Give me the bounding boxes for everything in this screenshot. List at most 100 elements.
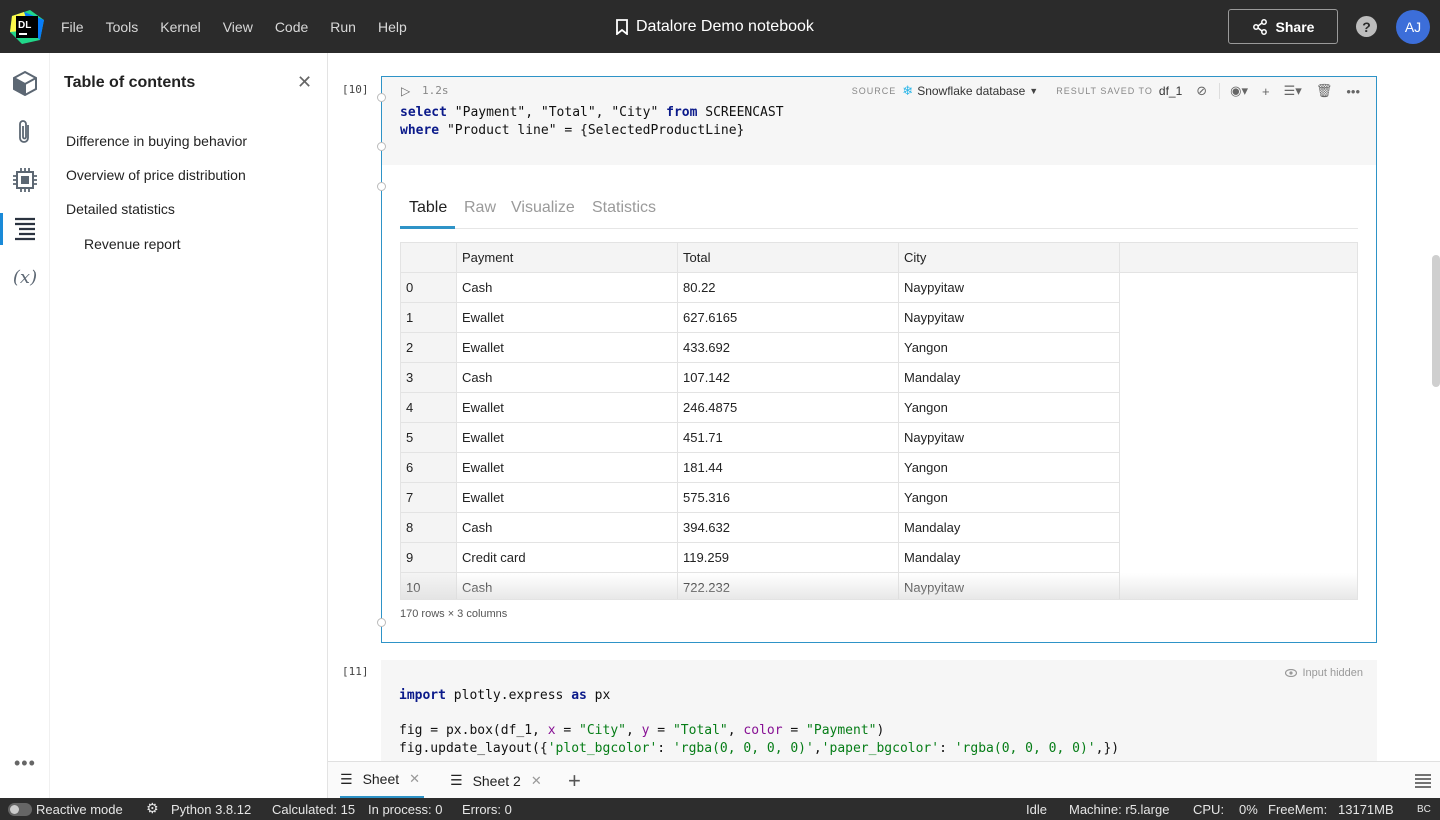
menu-view[interactable]: View <box>212 19 264 35</box>
sql-cell[interactable]: ▷ 1.2s SOURCE ❄ Snowflake database ▼ RES… <box>377 76 1377 643</box>
table-cell[interactable]: Cash <box>457 363 678 393</box>
column-header-total[interactable]: Total <box>678 243 899 273</box>
tab-raw[interactable]: Raw <box>464 199 496 217</box>
notebook-title[interactable]: Datalore Demo notebook <box>616 16 814 38</box>
compass-icon[interactable]: ⊘ <box>1196 83 1207 99</box>
avatar[interactable]: AJ <box>1396 10 1430 44</box>
table-of-contents-icon[interactable] <box>11 215 39 243</box>
table-cell[interactable]: Credit card <box>457 543 678 573</box>
cpu-chip-icon[interactable] <box>11 166 39 194</box>
menu-kernel[interactable]: Kernel <box>149 19 211 35</box>
menu-run[interactable]: Run <box>319 19 367 35</box>
tab-sheet-1[interactable]: ☰ Sheet ✕ <box>340 762 425 799</box>
sheet-tab-label: Sheet 2 <box>472 772 521 789</box>
source-select[interactable]: Snowflake database <box>917 84 1025 98</box>
table-cell[interactable]: Cash <box>457 273 678 303</box>
table-cell[interactable]: 246.4875 <box>678 393 899 423</box>
sheets-menu-icon[interactable] <box>1414 773 1432 794</box>
table-cell[interactable]: Yangon <box>899 393 1120 423</box>
share-button[interactable]: Share <box>1228 9 1338 44</box>
menu-help[interactable]: Help <box>367 19 418 35</box>
table-cell[interactable]: Yangon <box>899 333 1120 363</box>
toc-item-price-distribution[interactable]: Overview of price distribution <box>66 167 246 183</box>
add-sheet-icon[interactable]: + <box>568 768 581 794</box>
gutter-handle[interactable] <box>377 618 386 627</box>
result-variable[interactable]: df_1 <box>1159 84 1182 98</box>
tab-visualize[interactable]: Visualize <box>511 199 575 217</box>
more-options-icon[interactable]: ••• <box>1346 84 1360 99</box>
table-cell[interactable]: 433.692 <box>678 333 899 363</box>
table-cell[interactable]: Naypyitaw <box>899 303 1120 333</box>
input-hidden-indicator[interactable]: Input hidden <box>1285 667 1363 679</box>
tab-sheet-2[interactable]: ☰ Sheet 2 ✕ <box>450 762 542 799</box>
python-version[interactable]: Python 3.8.12 <box>171 802 251 817</box>
variables-icon[interactable]: (x) <box>11 263 39 291</box>
row-index[interactable]: 6 <box>401 453 457 483</box>
datalore-logo[interactable]: DL <box>10 10 44 44</box>
tab-statistics[interactable]: Statistics <box>592 199 656 217</box>
table-cell[interactable]: Mandalay <box>899 363 1120 393</box>
machine-type[interactable]: Machine: r5.large <box>1069 802 1169 817</box>
table-cell[interactable]: Mandalay <box>899 513 1120 543</box>
table-cell[interactable]: 575.316 <box>678 483 899 513</box>
reactive-mode-toggle[interactable] <box>8 803 32 816</box>
row-index[interactable]: 8 <box>401 513 457 543</box>
vertical-scrollbar[interactable] <box>1432 255 1440 387</box>
menu-file[interactable]: File <box>50 19 95 35</box>
table-cell[interactable]: Ewallet <box>457 303 678 333</box>
trash-icon[interactable]: 🗑 <box>1316 83 1333 99</box>
row-index[interactable]: 1 <box>401 303 457 333</box>
table-cell[interactable]: 80.22 <box>678 273 899 303</box>
table-cell[interactable]: Ewallet <box>457 393 678 423</box>
row-index[interactable]: 5 <box>401 423 457 453</box>
row-index[interactable]: 4 <box>401 393 457 423</box>
table-cell[interactable]: Mandalay <box>899 543 1120 573</box>
menu-code[interactable]: Code <box>264 19 319 35</box>
row-index[interactable]: 7 <box>401 483 457 513</box>
toc-item-detailed-statistics[interactable]: Detailed statistics <box>66 201 175 217</box>
table-cell[interactable]: 627.6165 <box>678 303 899 333</box>
attachment-icon[interactable] <box>11 118 39 146</box>
chevron-down-icon[interactable]: ▼ <box>1029 86 1038 96</box>
run-icon[interactable]: ▷ <box>401 84 410 98</box>
table-cell[interactable]: Ewallet <box>457 483 678 513</box>
row-index[interactable]: 3 <box>401 363 457 393</box>
close-icon[interactable]: ✕ <box>531 773 542 789</box>
row-index[interactable]: 0 <box>401 273 457 303</box>
add-icon[interactable]: + <box>1262 84 1270 99</box>
gutter-handle[interactable] <box>377 142 386 151</box>
table-cell[interactable]: 181.44 <box>678 453 899 483</box>
menu-tools[interactable]: Tools <box>95 19 150 35</box>
table-cell[interactable]: 451.71 <box>678 423 899 453</box>
gutter-handle[interactable] <box>377 93 386 102</box>
table-cell[interactable]: 107.142 <box>678 363 899 393</box>
row-index[interactable]: 9 <box>401 543 457 573</box>
table-cell[interactable]: Ewallet <box>457 453 678 483</box>
table-cell[interactable]: Ewallet <box>457 423 678 453</box>
table-cell[interactable]: Yangon <box>899 453 1120 483</box>
close-icon[interactable]: ✕ <box>297 73 312 91</box>
table-cell[interactable]: 119.259 <box>678 543 899 573</box>
toc-item-revenue-report[interactable]: Revenue report <box>84 236 181 252</box>
table-cell[interactable]: Ewallet <box>457 333 678 363</box>
python-cell[interactable]: Input hidden import plotly.express as px… <box>381 660 1377 761</box>
table-cell[interactable]: Naypyitaw <box>899 273 1120 303</box>
table-cell[interactable]: 394.632 <box>678 513 899 543</box>
help-icon[interactable]: ? <box>1356 16 1377 37</box>
gutter-handle[interactable] <box>377 182 386 191</box>
toc-item-buying-behavior[interactable]: Difference in buying behavior <box>66 133 247 149</box>
table-cell[interactable]: Naypyitaw <box>899 423 1120 453</box>
eye-icon[interactable]: ◉▾ <box>1219 83 1248 99</box>
close-icon[interactable]: ✕ <box>409 771 420 787</box>
more-icon[interactable]: ••• <box>14 753 36 774</box>
tab-table[interactable]: Table <box>409 199 447 217</box>
result-table[interactable]: Payment Total City 0 Cash 80.22 Naypyitaw 1 E… <box>400 242 1358 600</box>
row-index[interactable]: 2 <box>401 333 457 363</box>
column-header-city[interactable]: City <box>899 243 1120 273</box>
table-cell[interactable]: Cash <box>457 513 678 543</box>
cube-icon[interactable] <box>11 69 39 97</box>
database-icon[interactable]: ☰▾ <box>1284 83 1302 99</box>
column-header-payment[interactable]: Payment <box>457 243 678 273</box>
table-cell[interactable]: Yangon <box>899 483 1120 513</box>
sql-code-area[interactable]: ▷ 1.2s SOURCE ❄ Snowflake database ▼ RES… <box>382 77 1376 165</box>
